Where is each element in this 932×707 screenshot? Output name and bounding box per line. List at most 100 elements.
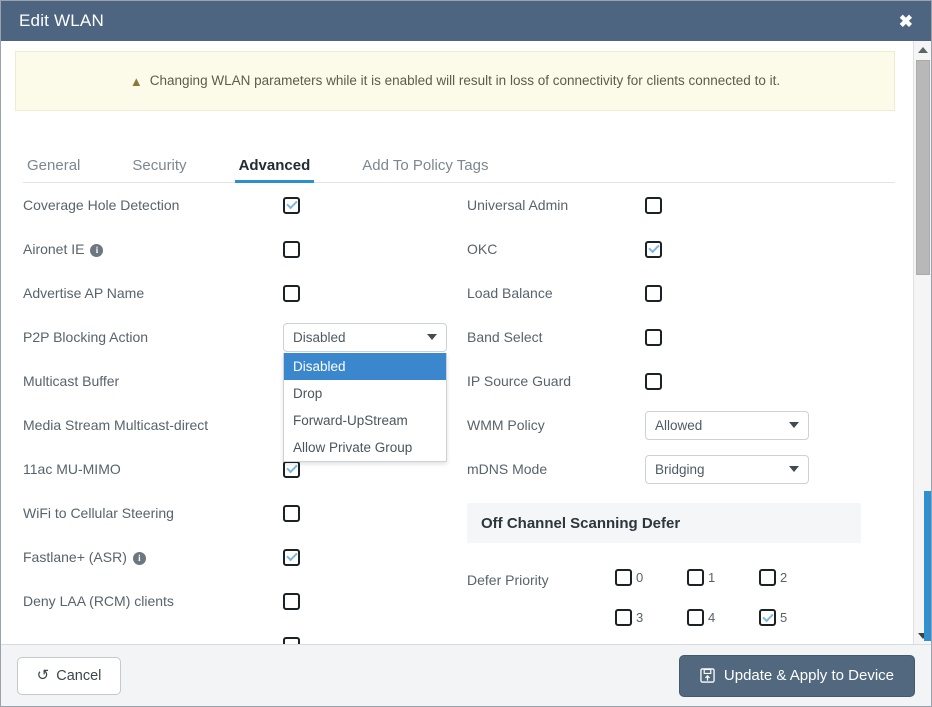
tab-add-to-policy-tags[interactable]: Add To Policy Tags <box>358 157 492 182</box>
row-p2p-blocking-action: P2P Blocking Action Disabled Disabled Dr… <box>23 315 455 462</box>
tab-general[interactable]: General <box>23 157 84 182</box>
mdns-mode-value: Bridging <box>655 461 705 477</box>
chevron-down-icon <box>789 422 799 428</box>
checkbox-partial-next[interactable] <box>283 636 300 644</box>
p2p-blocking-action-select[interactable]: Disabled <box>283 322 447 352</box>
modal-footer: ↺ Cancel Update & Apply to Device <box>1 644 931 706</box>
defer-priority-3-label: 3 <box>636 610 644 625</box>
row-okc: OKC <box>467 227 875 271</box>
checkbox-defer-priority-3[interactable] <box>615 609 632 626</box>
mdns-mode-select[interactable]: Bridging <box>645 454 809 484</box>
p2p-blocking-action-dropdown: Disabled Disabled Drop Forward-UpStream … <box>283 322 447 462</box>
close-icon[interactable]: ✖ <box>895 11 917 32</box>
checkbox-ip-source-guard[interactable] <box>645 372 662 390</box>
warning-triangle-icon: ▲ <box>129 73 143 89</box>
cancel-button-label: Cancel <box>56 667 102 684</box>
p2p-option-drop[interactable]: Drop <box>284 380 446 407</box>
label-ip-source-guard: IP Source Guard <box>467 373 572 389</box>
label-fastlane-asr-text: Fastlane+ (ASR) <box>23 549 127 565</box>
info-icon[interactable]: i <box>132 551 146 565</box>
checkbox-universal-admin[interactable] <box>645 196 662 214</box>
checkbox-aironet-ie[interactable] <box>283 240 300 258</box>
info-icon[interactable]: i <box>90 243 104 257</box>
update-and-apply-to-device-label: Update & Apply to Device <box>723 667 894 684</box>
p2p-option-allow-private-group[interactable]: Allow Private Group <box>284 434 446 461</box>
row-fastlane-asr: Fastlane+ (ASR) i <box>23 535 455 579</box>
label-aironet-ie-text: Aironet IE <box>23 241 85 257</box>
defer-priority-1: 1 <box>687 569 759 586</box>
update-and-apply-to-device-button[interactable]: Update & Apply to Device <box>678 654 915 697</box>
page-scrollbar-thumb[interactable] <box>924 491 931 641</box>
row-universal-admin: Universal Admin <box>467 183 875 227</box>
checkbox-advertise-ap-name[interactable] <box>283 284 300 302</box>
label-load-balance: Load Balance <box>467 285 553 301</box>
label-mdns-mode: mDNS Mode <box>467 461 548 477</box>
tab-bar: General Security Advanced Add To Policy … <box>23 147 895 183</box>
checkbox-okc[interactable] <box>645 240 662 258</box>
label-universal-admin: Universal Admin <box>467 197 569 213</box>
chevron-down-icon <box>789 466 799 472</box>
off-channel-scanning-defer-title: Off Channel Scanning Defer <box>481 514 681 532</box>
checkbox-defer-priority-2[interactable] <box>759 569 776 586</box>
defer-priority-5: 5 <box>759 609 831 626</box>
page-vertical-scrollbar[interactable] <box>924 81 931 644</box>
row-partial-next <box>23 623 455 644</box>
label-fastlane-asr: Fastlane+ (ASR) i <box>23 549 283 565</box>
row-deny-laa-rcm-clients: Deny LAA (RCM) clients <box>23 579 455 623</box>
row-wmm-policy: WMM Policy Allowed <box>467 403 875 447</box>
right-column: Universal Admin OKC Load Balance Band Se… <box>455 183 875 644</box>
label-deny-laa-rcm-clients: Deny LAA (RCM) clients <box>23 593 174 609</box>
defer-priority-2-label: 2 <box>780 570 788 585</box>
checkbox-deny-laa-rcm-clients[interactable] <box>283 592 300 610</box>
checkbox-load-balance[interactable] <box>645 284 662 302</box>
scroll-up-arrow-icon[interactable] <box>914 41 931 58</box>
tab-security[interactable]: Security <box>128 157 190 182</box>
label-defer-priority: Defer Priority <box>467 572 549 588</box>
label-advertise-ap-name: Advertise AP Name <box>23 285 145 301</box>
p2p-blocking-action-value: Disabled <box>293 329 346 345</box>
warning-banner: ▲ Changing WLAN parameters while it is en… <box>15 51 895 111</box>
modal-titlebar: Edit WLAN ✖ <box>1 1 931 41</box>
wmm-policy-select[interactable]: Allowed <box>645 410 809 440</box>
checkbox-defer-priority-5[interactable] <box>759 609 776 626</box>
checkbox-11ac-mu-mimo[interactable] <box>283 460 300 478</box>
defer-priority-0-label: 0 <box>636 570 644 585</box>
row-band-select: Band Select <box>467 315 875 359</box>
modal-scroll-content: ▲ Changing WLAN parameters while it is en… <box>1 41 909 644</box>
checkbox-fastlane-asr[interactable] <box>283 548 300 566</box>
label-band-select: Band Select <box>467 329 543 345</box>
warning-banner-text: Changing WLAN parameters while it is ena… <box>149 73 781 89</box>
label-aironet-ie: Aironet IE i <box>23 241 283 257</box>
label-p2p-blocking-action: P2P Blocking Action <box>23 329 149 345</box>
defer-priority-4: 4 <box>687 609 759 626</box>
p2p-option-forward-upstream[interactable]: Forward-UpStream <box>284 407 446 434</box>
p2p-blocking-action-option-list: Disabled Drop Forward-UpStream Allow Pri… <box>283 352 447 462</box>
defer-priority-0: 0 <box>615 569 687 586</box>
label-media-stream-multicast-direct: Media Stream Multicast-direct <box>23 417 209 433</box>
label-wifi-to-cellular-steering: WiFi to Cellular Steering <box>23 505 174 521</box>
wmm-policy-value: Allowed <box>655 417 703 433</box>
defer-priority-5-label: 5 <box>780 610 788 625</box>
checkbox-band-select[interactable] <box>645 328 662 346</box>
left-column: Coverage Hole Detection Aironet IE i Adve… <box>23 183 455 644</box>
row-coverage-hole-detection: Coverage Hole Detection <box>23 183 455 227</box>
label-coverage-hole-detection: Coverage Hole Detection <box>23 197 180 213</box>
off-channel-scanning-defer-section: Off Channel Scanning Defer <box>467 503 861 543</box>
warning-banner-text-wrap: ▲ Changing WLAN parameters while it is en… <box>130 73 780 89</box>
label-11ac-mu-mimo: 11ac MU-MIMO <box>23 461 121 477</box>
checkbox-defer-priority-4[interactable] <box>687 609 704 626</box>
checkbox-defer-priority-0[interactable] <box>615 569 632 586</box>
defer-priority-1-label: 1 <box>708 570 716 585</box>
defer-priority-4-label: 4 <box>708 610 716 625</box>
checkbox-coverage-hole-detection[interactable] <box>283 196 300 214</box>
row-load-balance: Load Balance <box>467 271 875 315</box>
p2p-option-disabled[interactable]: Disabled <box>284 352 446 380</box>
defer-priority-2: 2 <box>759 569 831 586</box>
save-disk-icon <box>700 668 715 683</box>
tab-advanced[interactable]: Advanced <box>234 157 315 183</box>
cancel-button[interactable]: ↺ Cancel <box>17 656 121 695</box>
label-multicast-buffer: Multicast Buffer <box>23 373 120 389</box>
checkbox-defer-priority-1[interactable] <box>687 569 704 586</box>
checkbox-wifi-to-cellular-steering[interactable] <box>283 504 300 522</box>
label-wmm-policy: WMM Policy <box>467 417 545 433</box>
